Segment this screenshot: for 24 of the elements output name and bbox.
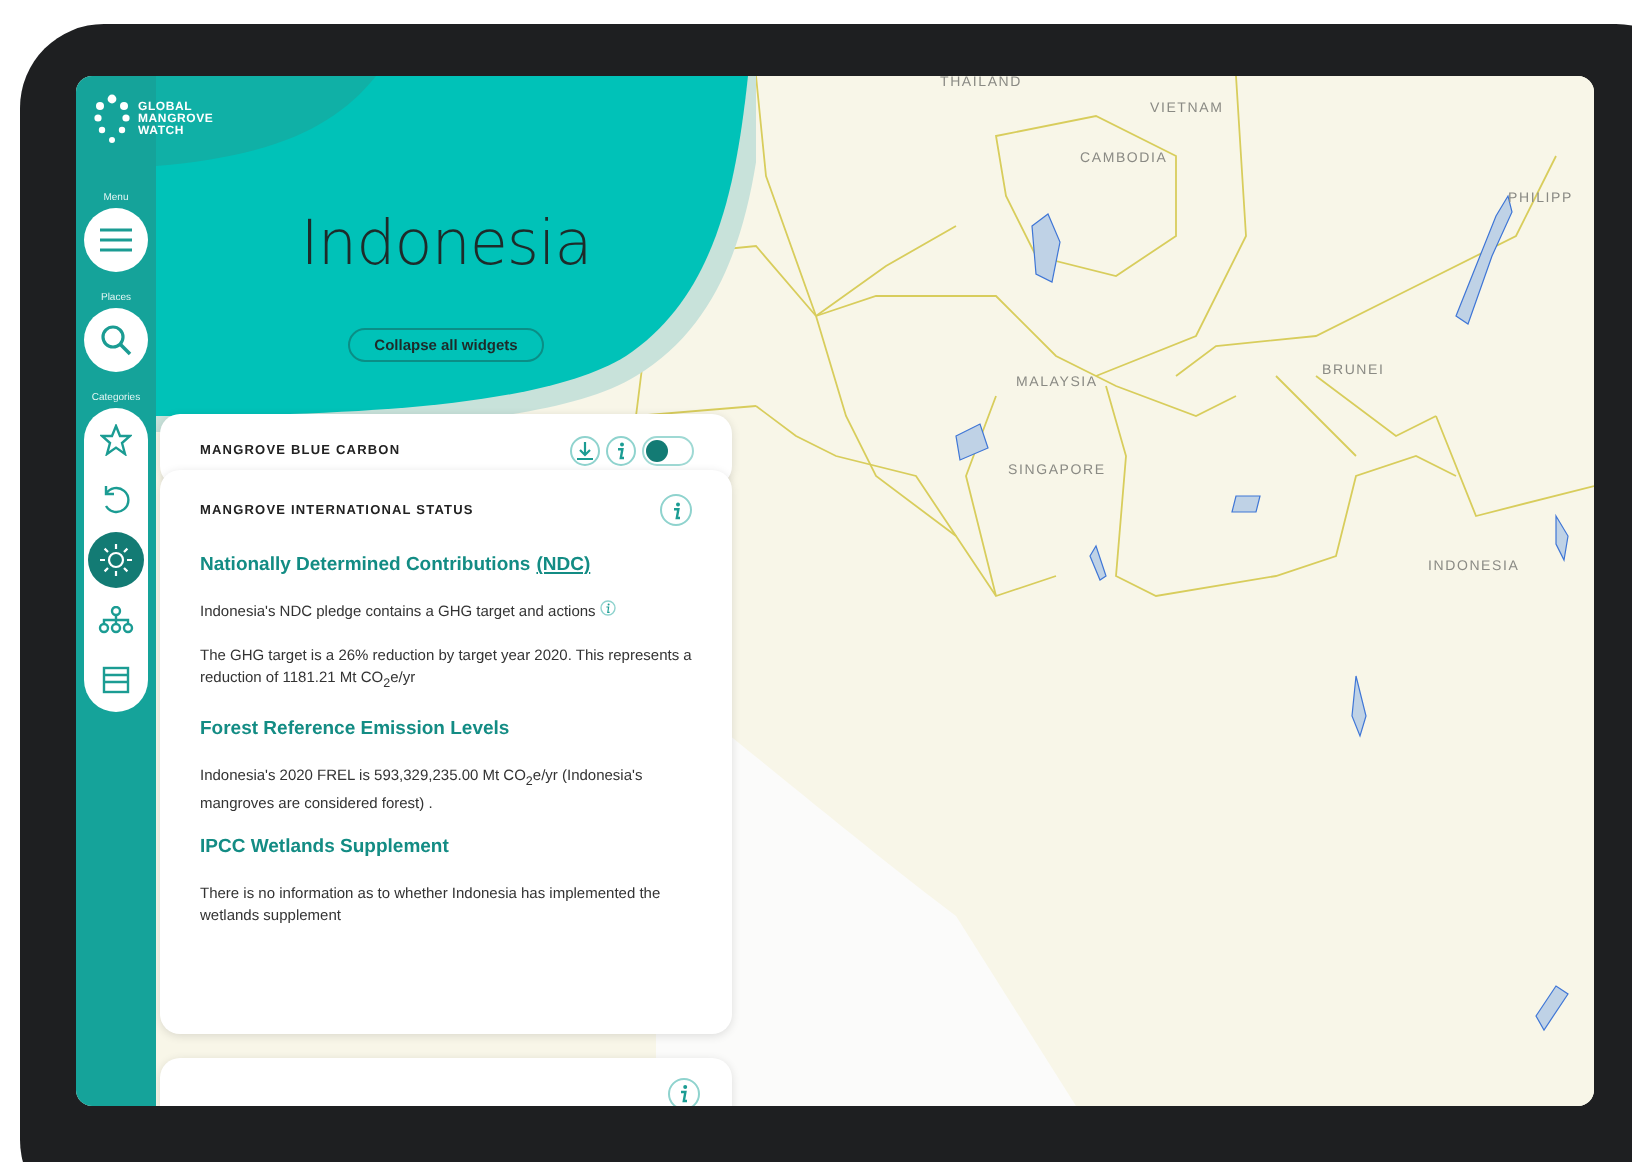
search-button[interactable] (84, 308, 148, 372)
info-button[interactable] (660, 494, 692, 526)
star-icon (100, 424, 132, 456)
download-icon (576, 441, 594, 459)
network-icon (98, 606, 134, 634)
ndc-link[interactable]: (NDC) (536, 554, 591, 576)
section-heading: Forest Reference Emission Levels (200, 717, 510, 739)
category-button[interactable] (88, 532, 144, 588)
menu-button[interactable] (84, 208, 148, 272)
info-icon[interactable] (599, 600, 616, 616)
country-title: Indonesia (300, 208, 592, 280)
info-icon (612, 441, 630, 459)
info-icon[interactable] (668, 1078, 700, 1106)
logo-icon (94, 94, 130, 146)
sun-icon (98, 542, 134, 578)
toggle-switch[interactable] (642, 435, 694, 465)
menu-icon (100, 228, 132, 252)
info-button[interactable] (606, 435, 636, 465)
search-icon (100, 324, 132, 356)
download-button[interactable] (570, 435, 600, 465)
history-icon (100, 484, 132, 516)
section-heading: IPCC Wetlands Supplement (200, 836, 449, 858)
layers-icon (102, 666, 130, 694)
section-heading: Nationally Determined Contributions (200, 554, 531, 576)
